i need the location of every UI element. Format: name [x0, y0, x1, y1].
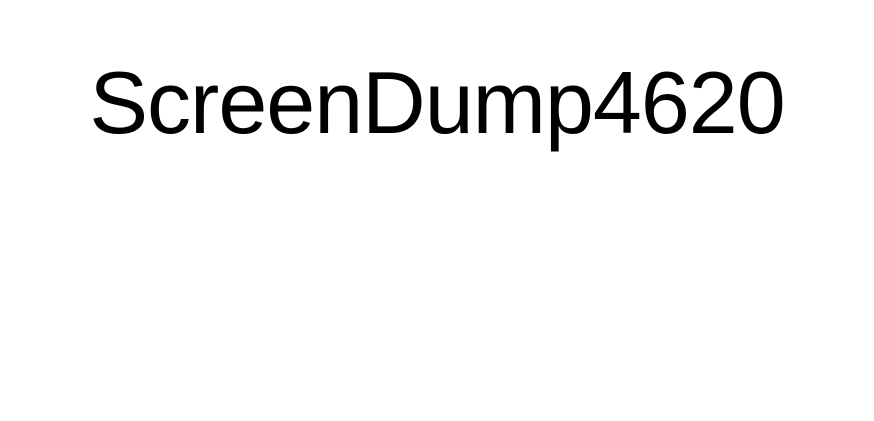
- page: ScreenDump4620: [0, 0, 874, 421]
- page-title: ScreenDump4620: [89, 53, 785, 152]
